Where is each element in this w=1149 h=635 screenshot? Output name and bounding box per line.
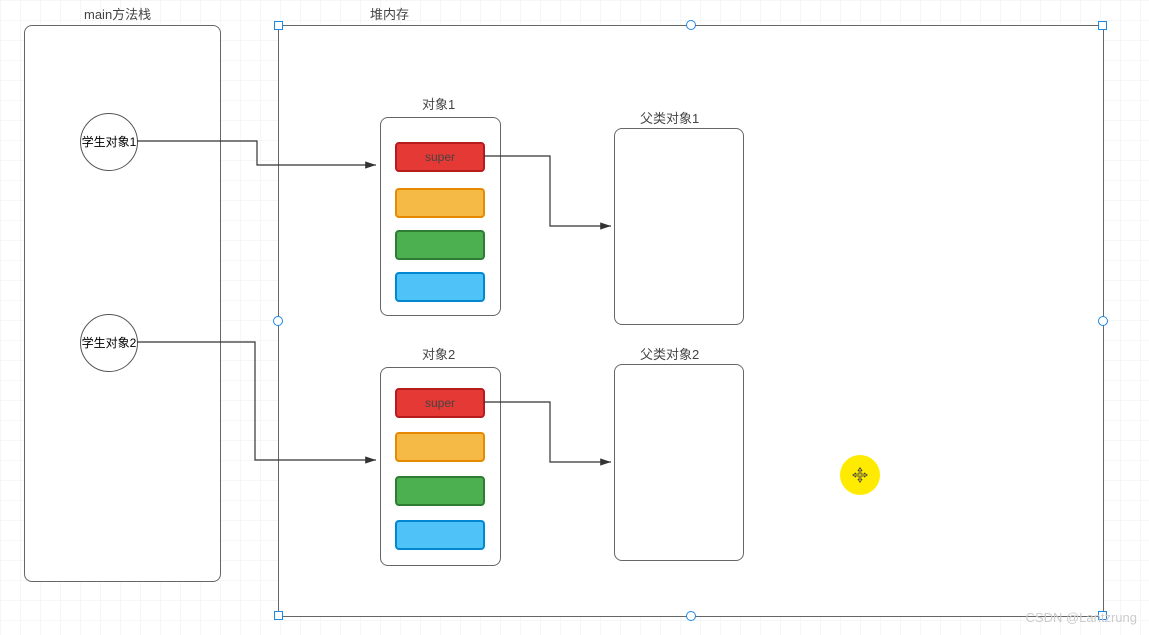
stack-title: main方法栈 [84, 4, 151, 23]
parent1-box[interactable] [614, 128, 744, 325]
object1-super-label: super [425, 150, 455, 164]
sel-handle-e[interactable] [1098, 316, 1108, 326]
move-cursor-highlight [840, 455, 880, 495]
sel-handle-w[interactable] [273, 316, 283, 326]
stack-box[interactable] [24, 25, 221, 582]
move-icon [851, 466, 869, 484]
sel-corner-sw[interactable] [274, 611, 283, 620]
stack-ref-1[interactable]: 学生对象1 [80, 113, 138, 171]
diagram-canvas: main方法栈 堆内存 学生对象1 学生对象2 对象1 super 父类对象1 … [0, 0, 1149, 635]
object1-slot-super[interactable]: super [395, 142, 485, 172]
heap-title: 堆内存 [370, 4, 409, 23]
object2-title: 对象2 [422, 344, 455, 363]
sel-corner-ne[interactable] [1098, 21, 1107, 30]
object1-title: 对象1 [422, 94, 455, 113]
stack-ref-2[interactable]: 学生对象2 [80, 314, 138, 372]
sel-corner-nw[interactable] [274, 21, 283, 30]
parent2-box[interactable] [614, 364, 744, 561]
stack-ref-2-label: 学生对象2 [82, 336, 137, 350]
object2-slot-super[interactable]: super [395, 388, 485, 418]
sel-handle-n[interactable] [686, 20, 696, 30]
object2-super-label: super [425, 396, 455, 410]
object1-slot-3[interactable] [395, 230, 485, 260]
watermark: CSDN @Lantzrung [1026, 610, 1137, 625]
parent2-title: 父类对象2 [640, 344, 699, 363]
object2-slot-3[interactable] [395, 476, 485, 506]
sel-handle-s[interactable] [686, 611, 696, 621]
object2-slot-2[interactable] [395, 432, 485, 462]
parent1-title: 父类对象1 [640, 108, 699, 127]
object2-slot-4[interactable] [395, 520, 485, 550]
object1-slot-4[interactable] [395, 272, 485, 302]
object1-slot-2[interactable] [395, 188, 485, 218]
stack-ref-1-label: 学生对象1 [82, 135, 137, 149]
